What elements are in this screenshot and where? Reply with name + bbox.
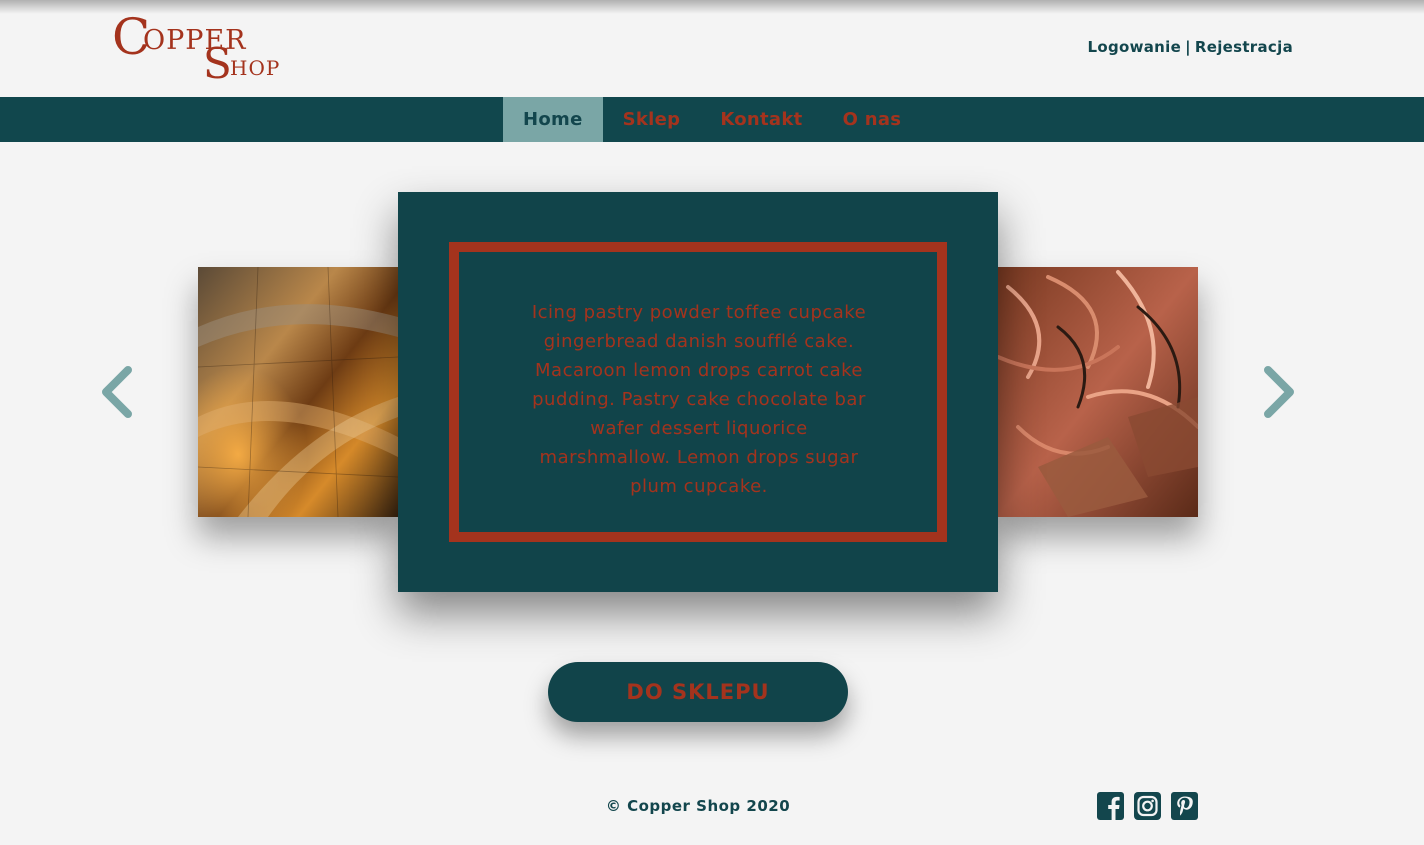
feature-card: Icing pastry powder toffee cupcake ginge…: [398, 192, 998, 592]
chevron-right-icon[interactable]: [1258, 364, 1298, 420]
login-link[interactable]: Logowanie: [1088, 38, 1182, 56]
facebook-icon[interactable]: [1097, 792, 1124, 820]
page: C OPPER S HOP Logowanie | Rejestracja Home…: [0, 0, 1424, 845]
social-links: [1097, 792, 1198, 820]
nav-item-sklep[interactable]: Sklep: [603, 97, 701, 142]
main-nav: Home Sklep Kontakt O nas: [0, 97, 1424, 142]
auth-separator: |: [1185, 38, 1191, 56]
go-to-shop-button[interactable]: DO SKLEPU: [548, 662, 848, 722]
instagram-icon[interactable]: [1134, 792, 1161, 820]
register-link[interactable]: Rejestracja: [1195, 38, 1293, 56]
nav-items: Home Sklep Kontakt O nas: [503, 97, 921, 142]
nav-item-kontakt[interactable]: Kontakt: [700, 97, 822, 142]
logo-word-hop: HOP: [230, 56, 281, 80]
copper-shop-logo[interactable]: C OPPER S HOP: [112, 12, 282, 86]
nav-item-home[interactable]: Home: [503, 97, 603, 142]
card-text: Icing pastry powder toffee cupcake ginge…: [531, 302, 867, 497]
card-frame: Icing pastry powder toffee cupcake ginge…: [449, 242, 947, 542]
pinterest-icon[interactable]: [1171, 792, 1198, 820]
logo-letter-s: S: [203, 39, 232, 88]
copyright-text: © Copper Shop 2020: [605, 797, 791, 815]
header: C OPPER S HOP Logowanie | Rejestracja: [0, 0, 1424, 97]
copper-wire-scraps-photo[interactable]: [998, 267, 1198, 517]
chevron-left-icon[interactable]: [98, 364, 138, 420]
auth-links: Logowanie | Rejestracja: [1088, 38, 1294, 58]
nav-item-o-nas[interactable]: O nas: [823, 97, 922, 142]
copper-sheets-building-photo[interactable]: [198, 267, 398, 517]
